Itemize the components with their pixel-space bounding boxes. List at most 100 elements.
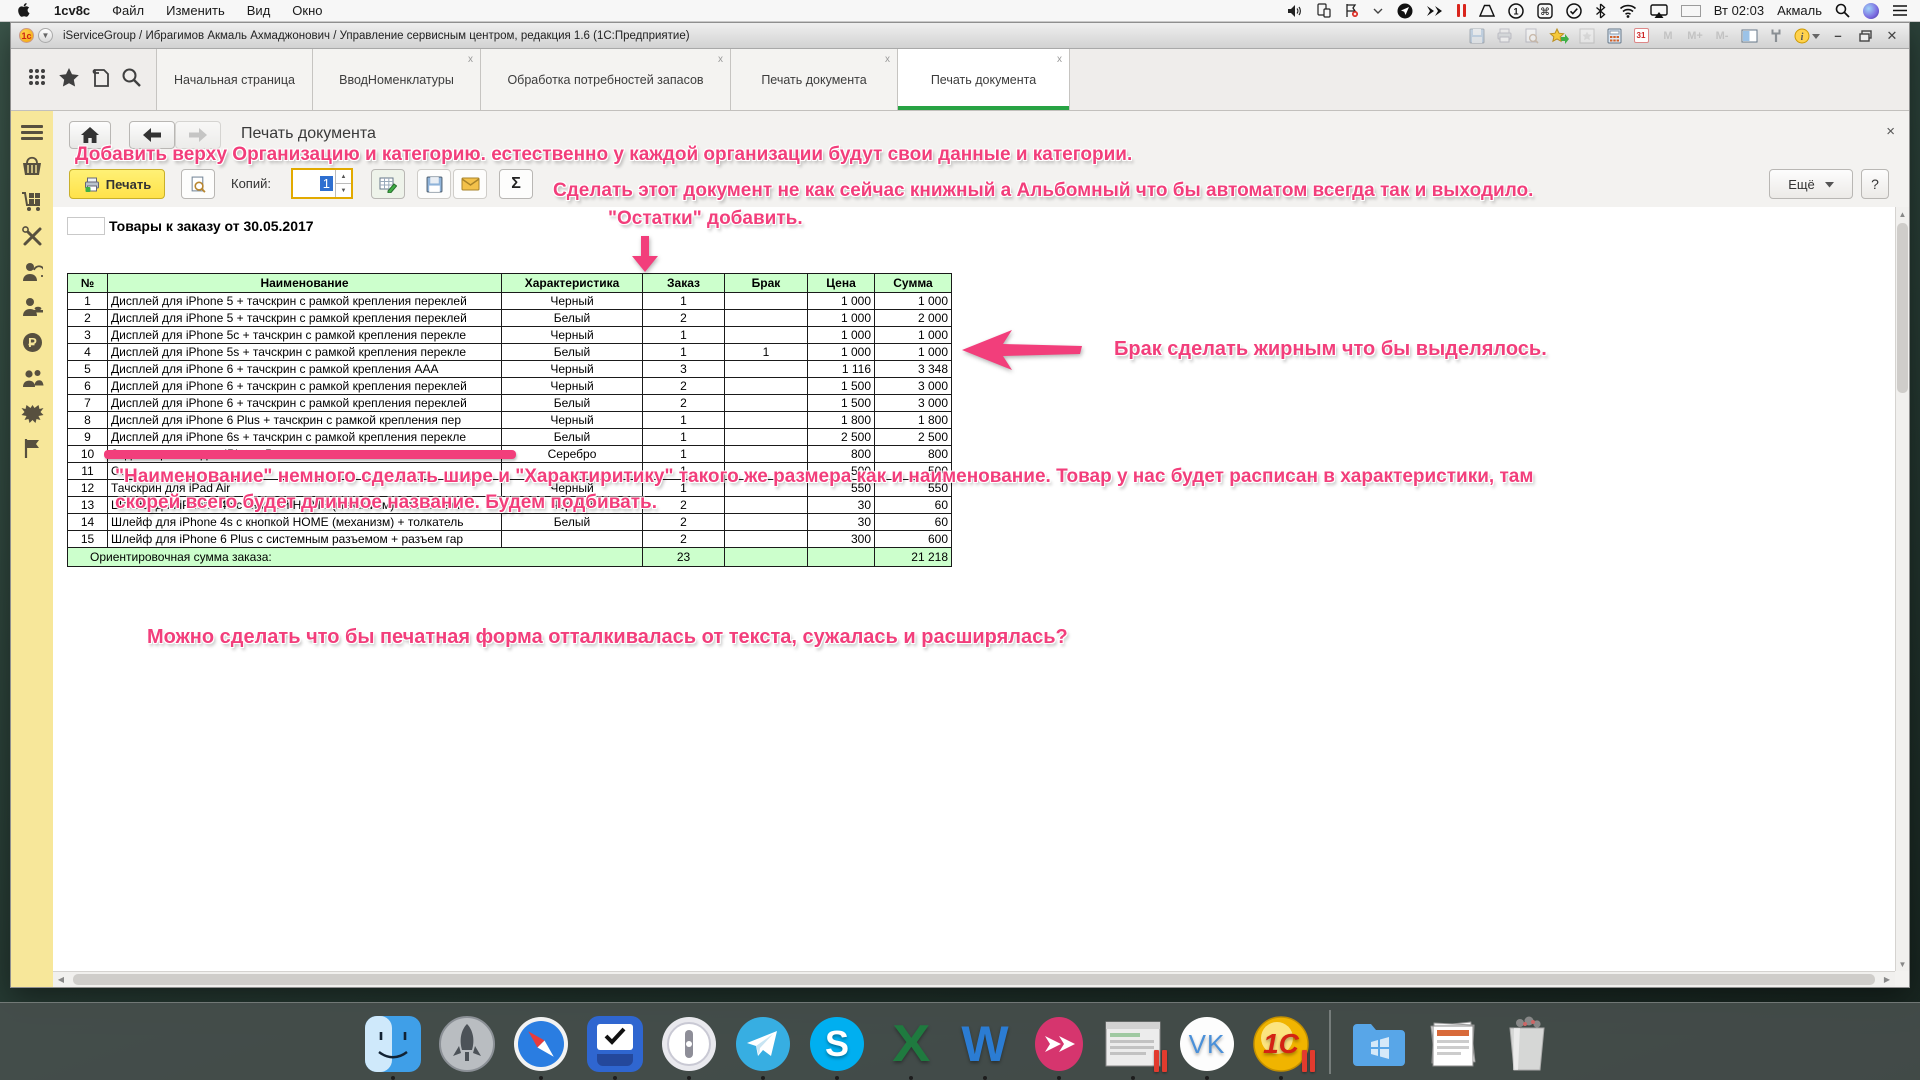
sales-person-icon[interactable] (21, 297, 44, 317)
airplay-icon[interactable] (1650, 3, 1668, 19)
table-row[interactable]: 9Дисплей для iPhone 6s + тачскрин с рамк… (68, 429, 952, 446)
dock-skype-icon[interactable]: S (807, 1014, 867, 1074)
navigation-app-icon[interactable] (1397, 3, 1413, 19)
horizontal-scrollbar[interactable]: ◀ ▶ (53, 971, 1895, 987)
ru-flag-icon[interactable] (1681, 5, 1701, 17)
service-tools-icon[interactable] (22, 226, 43, 247)
dock-trash-icon[interactable] (1497, 1014, 1557, 1074)
spreadsheet-area[interactable]: Товары к заказу от 30.05.2017 №Наименова… (53, 207, 1895, 971)
restore-button[interactable] (1856, 27, 1874, 45)
settings-wrench-icon[interactable] (1767, 27, 1785, 45)
check-circle-icon[interactable] (1566, 3, 1582, 19)
send-email-button[interactable] (453, 169, 487, 199)
spark-mail-icon[interactable] (1426, 3, 1444, 19)
onepassword-menu-icon[interactable]: 1 (1508, 3, 1524, 19)
vertical-scrollbar[interactable]: ▲ ▼ (1895, 207, 1909, 971)
form-close-button[interactable]: × (1886, 123, 1895, 140)
dock-parallels-window-icon[interactable] (1103, 1014, 1163, 1074)
copies-spinner[interactable]: 1 ▲▼ (291, 168, 353, 199)
chevron-down-icon[interactable] (1372, 3, 1384, 19)
save-icon[interactable] (1468, 27, 1486, 45)
more-button[interactable]: Ещё (1769, 169, 1853, 199)
table-row[interactable]: 14Шлейф для iPhone 4s с кнопкой HOME (ме… (68, 514, 952, 531)
scroll-left-icon[interactable]: ◀ (53, 972, 69, 987)
planning-flag-icon[interactable] (23, 438, 41, 458)
tab-close-icon[interactable]: x (885, 54, 890, 65)
calculator-icon[interactable] (1605, 27, 1623, 45)
staff-people-icon[interactable] (21, 368, 44, 388)
history-icon[interactable] (91, 67, 110, 93)
menu-view[interactable]: Вид (247, 3, 271, 18)
menu-edit[interactable]: Изменить (166, 3, 225, 18)
tab-close-icon[interactable]: x (1057, 54, 1062, 65)
crm-headset-icon[interactable] (21, 262, 43, 282)
print-preview-icon[interactable] (1522, 27, 1540, 45)
goods-table[interactable]: №НаименованиеХарактеристикаЗаказБракЦена… (67, 273, 952, 567)
table-row[interactable]: 13Шлейф для iPhone 4s с кнопкой HOME (ме… (68, 497, 952, 514)
memory-m-button[interactable]: M (1659, 27, 1677, 45)
apps-grid-icon[interactable] (27, 67, 47, 92)
bluetooth-icon[interactable] (1595, 3, 1606, 19)
table-row[interactable]: 4Дисплей для iPhone 5s + тачскрин с рамк… (68, 344, 952, 361)
notification-center-icon[interactable] (1892, 3, 1908, 19)
table-row[interactable]: 15Шлейф для iPhone 6 Plus с системным ра… (68, 531, 952, 548)
dock-word-icon[interactable]: W (955, 1014, 1015, 1074)
calendar-icon[interactable]: 31 (1632, 27, 1650, 45)
tab-close-icon[interactable]: x (468, 54, 473, 65)
pause-indicator-icon[interactable] (1457, 3, 1466, 19)
spreadsheet-corner-cell[interactable] (67, 217, 105, 235)
tab-nomenclature[interactable]: ВводНоменклатурыx (312, 49, 480, 110)
minimize-button[interactable]: – (1829, 27, 1847, 45)
keyboard-layout-icon[interactable]: ⌘ (1537, 3, 1553, 19)
window-menu-dropdown-icon[interactable]: ▼ (38, 28, 53, 43)
split-view-icon[interactable] (1740, 27, 1758, 45)
table-row[interactable]: 5Дисплей для iPhone 6 + тачскрин с рамко… (68, 361, 952, 378)
menubar-clock[interactable]: Вт 02:03 (1714, 3, 1764, 18)
edit-table-button[interactable] (371, 169, 405, 199)
preview-button[interactable] (181, 169, 215, 199)
dock-launchpad-icon[interactable] (437, 1014, 497, 1074)
warehouse-cart-icon[interactable] (21, 191, 44, 211)
print-icon[interactable] (1495, 27, 1513, 45)
google-drive-icon[interactable] (1479, 3, 1495, 19)
scroll-down-icon[interactable]: ▼ (1896, 957, 1909, 971)
table-row[interactable]: 3Дисплей для iPhone 5c + тачскрин с рамк… (68, 327, 952, 344)
device-sync-icon[interactable] (1316, 3, 1331, 19)
money-ruble-icon[interactable]: P (22, 332, 43, 353)
menu-file[interactable]: Файл (112, 3, 144, 18)
spin-down-icon[interactable]: ▼ (336, 183, 351, 197)
vscroll-thumb[interactable] (1897, 223, 1908, 393)
info-icon[interactable]: i (1794, 27, 1820, 45)
table-row[interactable]: 1Дисплей для iPhone 5 + тачскрин с рамко… (68, 293, 952, 310)
table-body[interactable]: 1Дисплей для iPhone 5 + тачскрин с рамко… (68, 293, 952, 548)
spotlight-search-icon[interactable] (1835, 3, 1850, 19)
volume-icon[interactable] (1287, 3, 1303, 19)
scroll-right-icon[interactable]: ▶ (1879, 972, 1895, 987)
table-row[interactable]: 6Дисплей для iPhone 6 + тачскрин с рамко… (68, 378, 952, 395)
dock-things-icon[interactable] (585, 1014, 645, 1074)
search-icon[interactable] (121, 67, 141, 92)
wifi-icon[interactable] (1619, 3, 1637, 19)
back-button[interactable] (129, 121, 175, 149)
dock-vk-icon[interactable]: VK (1177, 1014, 1237, 1074)
memory-mminus-button[interactable]: M- (1713, 27, 1731, 45)
dock-telegram-icon[interactable] (733, 1014, 793, 1074)
spin-up-icon[interactable]: ▲ (336, 170, 351, 183)
apple-logo-icon[interactable] (18, 3, 32, 19)
purchases-basket-icon[interactable] (21, 156, 43, 176)
favorites-star-icon[interactable] (58, 67, 80, 93)
menubar-user[interactable]: Акмаль (1777, 3, 1822, 18)
table-row[interactable]: 12Тачскрин для iPad AirЧерный1550550 (68, 480, 952, 497)
menu-icon[interactable] (21, 125, 43, 141)
add-favorite-icon[interactable] (1549, 27, 1569, 45)
table-row[interactable]: 11О…1500500 (68, 463, 952, 480)
tab-home[interactable]: Начальная страница (156, 49, 312, 110)
tab-print-document-1[interactable]: Печать документаx (730, 49, 897, 110)
dock-skitch-icon[interactable] (1029, 1014, 1089, 1074)
table-row[interactable]: 8Дисплей для iPhone 6 Plus + тачскрин с … (68, 412, 952, 429)
help-button[interactable]: ? (1861, 169, 1889, 199)
dock-windows-folder-icon[interactable] (1349, 1014, 1409, 1074)
save-file-button[interactable] (417, 169, 451, 199)
favorites-list-icon[interactable] (1578, 27, 1596, 45)
tab-stock-needs[interactable]: Обработка потребностей запасовx (480, 49, 730, 110)
